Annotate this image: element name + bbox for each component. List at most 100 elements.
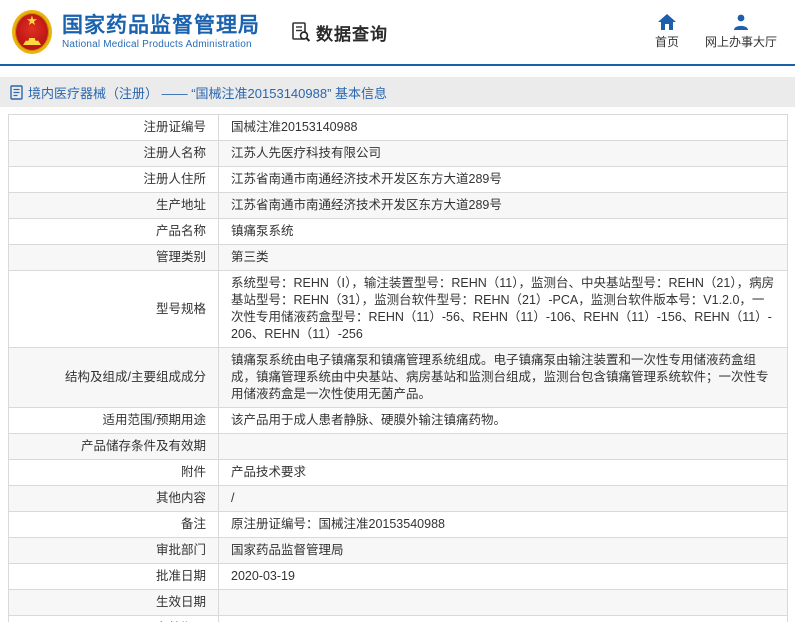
table-row: 注册人住所 江苏省南通市南通经济技术开发区东方大道289号 <box>8 166 788 193</box>
row-label-cell: 有效期至 <box>8 615 219 622</box>
row-label-cell: 产品名称 <box>8 218 219 245</box>
row-value: / <box>231 491 235 505</box>
row-value-cell <box>218 433 788 460</box>
row-label: 生产地址 <box>155 198 206 212</box>
row-label: 管理类别 <box>155 250 206 264</box>
table-row: 审批部门 国家药品监督管理局 <box>8 537 788 564</box>
table-row: 附件 产品技术要求 <box>8 459 788 486</box>
row-label: 产品名称 <box>155 224 206 238</box>
row-label: 适用范围/预期用途 <box>102 413 206 427</box>
emblem-gate-icon <box>23 38 41 45</box>
row-label: 注册人名称 <box>143 146 206 160</box>
row-label-cell: 适用范围/预期用途 <box>8 407 219 434</box>
row-label-cell: 结构及组成/主要组成成分 <box>8 347 219 408</box>
row-label-cell: 生产地址 <box>8 192 219 219</box>
table-row: 注册证编号 国械注准20153140988 <box>8 114 788 141</box>
row-value: 第三类 <box>231 250 269 264</box>
row-label-cell: 型号规格 <box>8 270 219 348</box>
table-row: 型号规格 系统型号：REHN（Ⅰ），输注装置型号：REHN（11），监测台、中央基… <box>8 270 788 348</box>
row-label-cell: 注册人名称 <box>8 140 219 167</box>
row-value: 国械注准20153140988 <box>231 120 358 134</box>
row-value: 国家药品监督管理局 <box>231 543 344 557</box>
table-row: 批准日期 2020-03-19 <box>8 563 788 590</box>
row-value-cell: 2020-03-19 <box>218 563 788 590</box>
table-row: 产品储存条件及有效期 <box>8 433 788 460</box>
row-label-cell: 生效日期 <box>8 589 219 616</box>
row-value: 江苏省南通市南通经济技术开发区东方大道289号 <box>231 198 502 212</box>
table-row: 生效日期 <box>8 589 788 616</box>
table-row: 结构及组成/主要组成成分 镇痛泵系统由电子镇痛泵和镇痛管理系统组成。电子镇痛泵由输… <box>8 347 788 408</box>
row-value-cell <box>218 589 788 616</box>
table-row: 有效期至2025-03-18 <box>8 615 788 622</box>
breadcrumb: 境内医疗器械（注册） —— “国械注准20153140988” 基本信息 <box>28 85 388 101</box>
row-label: 批准日期 <box>155 569 206 583</box>
row-label: 型号规格 <box>155 301 206 316</box>
row-value-cell: / <box>218 485 788 512</box>
table-row: 生产地址 江苏省南通市南通经济技术开发区东方大道289号 <box>8 192 788 219</box>
row-label: 注册人住所 <box>143 172 206 186</box>
row-value: 原注册证编号：国械注准20153540988 <box>231 517 445 531</box>
row-label-cell: 审批部门 <box>8 537 219 564</box>
row-value-cell: 2025-03-18 <box>218 615 788 622</box>
row-label: 注册证编号 <box>143 120 206 134</box>
row-value-cell: 产品技术要求 <box>218 459 788 486</box>
document-icon <box>10 84 23 100</box>
row-label-cell: 其他内容 <box>8 485 219 512</box>
table-row: 其他内容 / <box>8 485 788 512</box>
table-row: 产品名称 镇痛泵系统 <box>8 218 788 245</box>
row-value: 该产品用于成人患者静脉、硬膜外输注镇痛药物。 <box>231 413 507 427</box>
row-label: 结构及组成/主要组成成分 <box>65 370 206 384</box>
nmpa-logo[interactable]: ★ <box>10 8 54 56</box>
data-query-label: 数据查询 <box>316 24 388 44</box>
nav-data-query[interactable]: 数据查询 <box>290 20 388 45</box>
home-icon <box>657 14 676 30</box>
row-value-cell: 系统型号：REHN（Ⅰ），输注装置型号：REHN（11），监测台、中央基站型号：… <box>218 270 788 348</box>
registration-info-table: 注册证编号 国械注准20153140988 注册人名称 江苏人先医疗科技有限公司 注册人… <box>8 114 788 622</box>
agency-title-cn: 国家药品监督管理局 <box>62 13 260 37</box>
row-label-cell: 管理类别 <box>8 244 219 271</box>
home-label: 首页 <box>654 35 679 49</box>
table-row: 适用范围/预期用途 该产品用于成人患者静脉、硬膜外输注镇痛药物。 <box>8 407 788 434</box>
row-value-cell: 国家药品监督管理局 <box>218 537 788 564</box>
user-icon <box>733 14 749 30</box>
row-value-cell: 江苏人先医疗科技有限公司 <box>218 140 788 167</box>
table-row: 管理类别 第三类 <box>8 244 788 271</box>
header-quick-links: 首页 网上办事大厅 <box>655 14 777 50</box>
service-hall-label: 网上办事大厅 <box>704 35 777 49</box>
row-value-cell: 国械注准20153140988 <box>218 114 788 141</box>
row-label: 产品储存条件及有效期 <box>80 439 206 453</box>
row-label: 备注 <box>180 517 206 531</box>
row-label: 生效日期 <box>155 595 206 609</box>
row-value-cell: 镇痛泵系统 <box>218 218 788 245</box>
row-label-cell: 注册人住所 <box>8 166 219 193</box>
row-label-cell: 批准日期 <box>8 563 219 590</box>
nav-service-hall[interactable]: 网上办事大厅 <box>705 14 777 50</box>
row-value-cell: 江苏省南通市南通经济技术开发区东方大道289号 <box>218 166 788 193</box>
agency-title-block: 国家药品监督管理局 National Medical Products Admi… <box>62 14 260 51</box>
row-label-cell: 备注 <box>8 511 219 538</box>
row-label: 其他内容 <box>155 491 206 505</box>
row-value: 系统型号：REHN（Ⅰ），输注装置型号：REHN（11），监测台、中央基站型号：… <box>231 276 775 341</box>
row-label-cell: 产品储存条件及有效期 <box>8 433 219 460</box>
agency-title-en: National Medical Products Administration <box>62 38 252 50</box>
registration-info-table-wrap: 注册证编号 国械注准20153140988 注册人名称 江苏人先医疗科技有限公司 注册人… <box>8 114 788 622</box>
row-value-cell: 第三类 <box>218 244 788 271</box>
row-value-cell: 镇痛泵系统由电子镇痛泵和镇痛管理系统组成。电子镇痛泵由输注装置和一次性专用储液药… <box>218 347 788 408</box>
row-value: 江苏省南通市南通经济技术开发区东方大道289号 <box>231 172 502 186</box>
national-emblem-icon: ★ <box>12 10 52 54</box>
row-value: 镇痛泵系统 <box>231 224 294 238</box>
table-row: 备注 原注册证编号：国械注准20153540988 <box>8 511 788 538</box>
row-label-cell: 附件 <box>8 459 219 486</box>
nav-home[interactable]: 首页 <box>655 14 679 50</box>
data-query-icon <box>290 21 312 43</box>
row-label: 审批部门 <box>155 543 206 557</box>
row-value-cell: 江苏省南通市南通经济技术开发区东方大道289号 <box>218 192 788 219</box>
row-value: 产品技术要求 <box>231 465 307 479</box>
row-label-cell: 注册证编号 <box>8 114 219 141</box>
row-value: 江苏人先医疗科技有限公司 <box>231 146 382 160</box>
emblem-star-icon: ★ <box>26 13 38 28</box>
row-value-cell: 该产品用于成人患者静脉、硬膜外输注镇痛药物。 <box>218 407 788 434</box>
page-header: ★ 国家药品监督管理局 National Medical Products Ad… <box>0 0 795 66</box>
row-value: 2020-03-19 <box>231 569 295 583</box>
table-row: 注册人名称 江苏人先医疗科技有限公司 <box>8 140 788 167</box>
